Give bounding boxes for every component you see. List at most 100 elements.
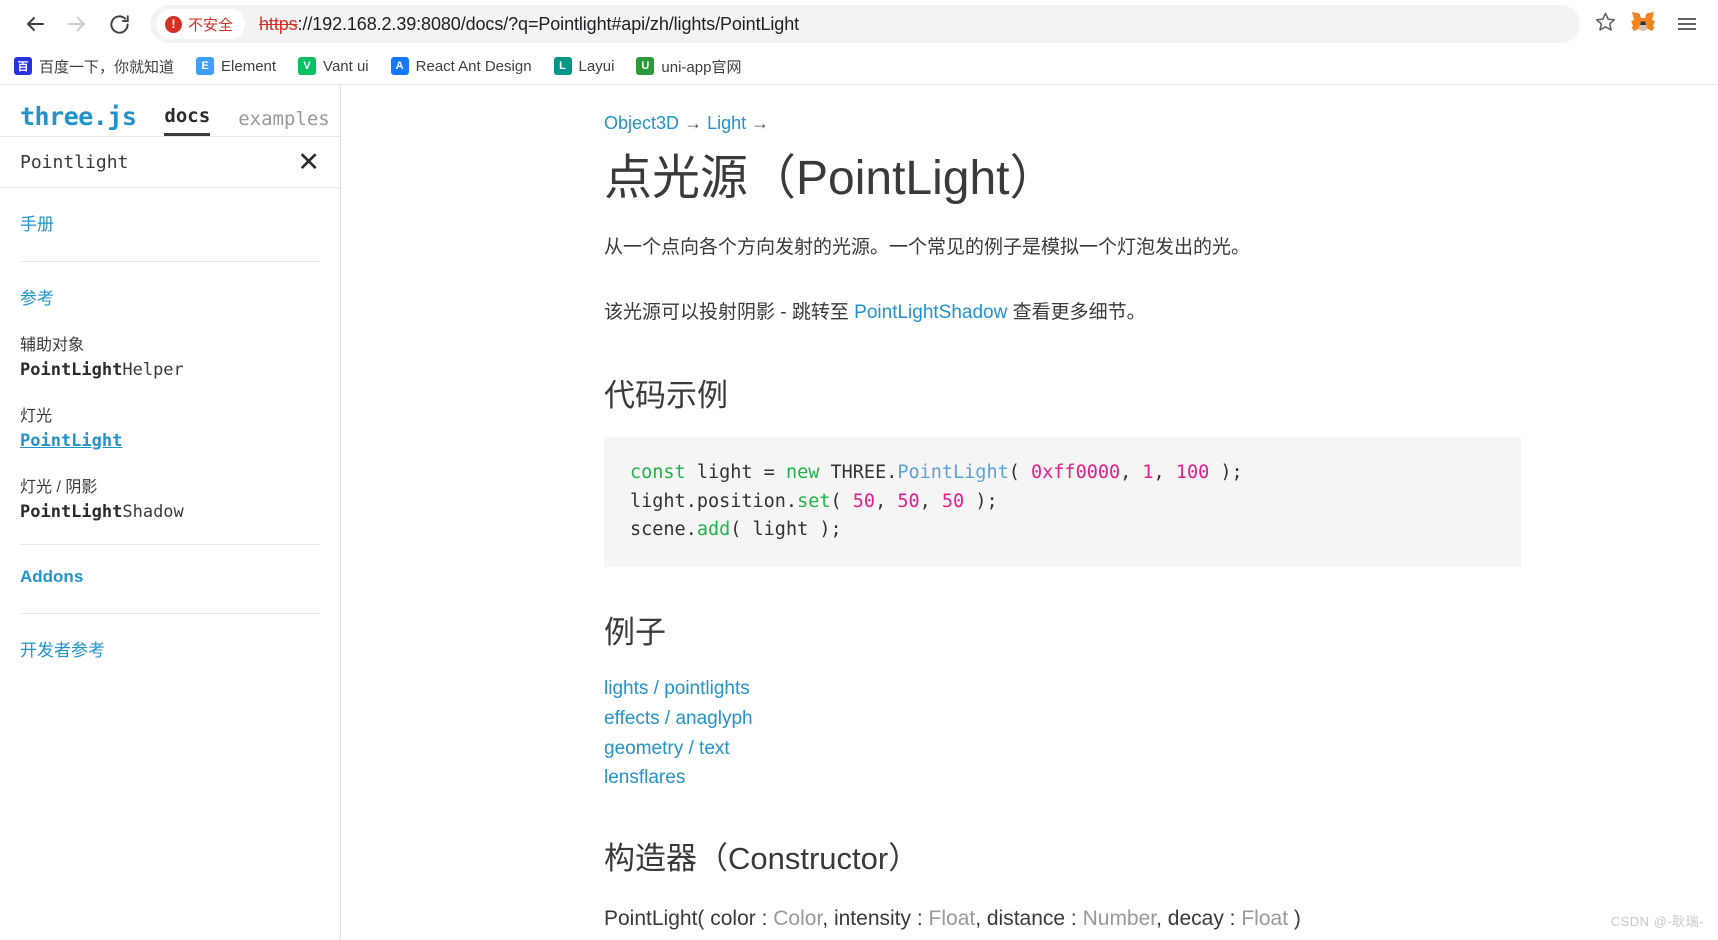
layui-icon: L: [553, 57, 572, 75]
sidebar-item-pointlightshadow[interactable]: PointLightShadow: [20, 502, 320, 522]
tab-examples[interactable]: examples: [238, 110, 330, 136]
search-input[interactable]: Pointlight: [20, 152, 128, 173]
sidebar-header: three.js docs examples: [0, 85, 340, 137]
url-scheme: https: [259, 13, 298, 34]
code-token: =: [763, 461, 775, 483]
bookmark-baidu[interactable]: 百 百度一下，你就知道: [14, 56, 174, 77]
code-token: ,: [1120, 461, 1143, 483]
code-token: scene.: [630, 519, 697, 541]
uniapp-icon: U: [636, 57, 655, 75]
example-link[interactable]: lensflares: [604, 763, 1521, 793]
code-token: const: [630, 461, 686, 483]
sidebar-section-title[interactable]: Addons: [20, 567, 320, 587]
signature-text: , decay :: [1156, 907, 1242, 931]
browser-toolbar: ! 不安全 https://192.168.2.39:8080/docs/?q=…: [0, 0, 1718, 48]
signature-text: , intensity :: [822, 907, 929, 931]
code-token: (: [1008, 461, 1032, 483]
sidebar-item-pointlight[interactable]: PointLight: [20, 431, 320, 451]
signature-text: , distance :: [975, 907, 1083, 931]
sidebar-item-bold: PointLight: [20, 431, 123, 451]
code-token: PointLight: [897, 461, 1009, 483]
sidebar-group-helpers: 辅助对象 PointLightHelper: [20, 331, 320, 380]
bookmark-uniapp[interactable]: U uni-app官网: [636, 56, 741, 77]
breadcrumb-light[interactable]: Light: [707, 113, 746, 133]
bookmark-label: uni-app官网: [661, 58, 742, 76]
sidebar-section-addons: Addons: [20, 545, 320, 614]
address-bar[interactable]: ! 不安全 https://192.168.2.39:8080/docs/?q=…: [150, 5, 1580, 43]
sidebar-section-title[interactable]: 手册: [20, 210, 320, 235]
sidebar-item-rest: Shadow: [122, 502, 184, 522]
browser-menu-button[interactable]: [1670, 7, 1704, 41]
forward-button[interactable]: [56, 3, 98, 45]
docs-sidebar: three.js docs examples Pointlight ✕ 手册 参…: [0, 85, 341, 940]
sidebar-item-bold: PointLight: [20, 502, 123, 522]
code-token: );: [964, 490, 998, 512]
code-token: 50: [941, 490, 965, 512]
breadcrumb-arrow: →: [751, 113, 770, 133]
example-link[interactable]: effects / anaglyph: [604, 704, 1521, 734]
code-token: );: [1209, 461, 1243, 483]
sidebar-filter-row: Pointlight ✕: [0, 137, 340, 188]
examples-heading: 例子: [604, 614, 666, 650]
example-link[interactable]: lights / pointlights: [604, 674, 1521, 704]
code-block: const light = new THREE.PointLight( 0xff…: [604, 436, 1521, 567]
code-token: 50: [897, 490, 920, 512]
code-example-heading: 代码示例: [604, 377, 728, 413]
sidebar-item-rest: Helper: [122, 360, 184, 380]
bookmark-label: React Ant Design: [415, 57, 532, 75]
code-token: ,: [1153, 461, 1176, 483]
docs-content: Object3D → Light → 点光源（PointLight） 从一个点向…: [341, 85, 1718, 940]
description-paragraph-2: 该光源可以投射阴影 - 跳转至 PointLightShadow 查看更多细节。: [604, 295, 1521, 330]
security-label: 不安全: [188, 16, 234, 34]
three-js-logo[interactable]: three.js: [20, 104, 137, 136]
metamask-fox-icon: [1630, 10, 1656, 39]
element-ui-icon: E: [196, 57, 215, 75]
csdn-watermark: CSDN @-耿瑞-: [1610, 914, 1704, 929]
sidebar-section-title[interactable]: 开发者参考: [20, 636, 320, 661]
bookmark-label: Vant ui: [323, 57, 369, 75]
reload-icon: [108, 13, 131, 36]
breadcrumb-object3d[interactable]: Object3D: [604, 113, 679, 133]
sidebar-section-manual: 手册: [20, 188, 320, 262]
url-rest: ://192.168.2.39:8080/docs/?q=Pointlight#…: [297, 13, 800, 34]
breadcrumb-arrow: →: [684, 113, 703, 133]
bookmark-element[interactable]: E Element: [196, 57, 276, 75]
bookmark-layui[interactable]: L Layui: [553, 57, 614, 75]
star-outline-icon: [1595, 11, 1616, 37]
browser-chrome: ! 不安全 https://192.168.2.39:8080/docs/?q=…: [0, 0, 1718, 85]
code-token: 0xff0000: [1031, 461, 1121, 483]
extension-button[interactable]: [1628, 10, 1658, 38]
vant-ui-icon: V: [298, 57, 317, 75]
example-link[interactable]: geometry / text: [604, 734, 1521, 764]
signature-type[interactable]: Float: [1241, 907, 1288, 930]
back-button[interactable]: [14, 3, 56, 45]
signature-type[interactable]: Float: [929, 907, 976, 930]
close-icon[interactable]: ✕: [297, 148, 320, 176]
sidebar-group-light-shadow: 灯光 / 阴影 PointLightShadow: [20, 473, 320, 522]
code-token: THREE.: [819, 461, 898, 483]
bookmark-star-button[interactable]: [1588, 7, 1622, 41]
bookmark-ant-design[interactable]: A React Ant Design: [390, 57, 532, 75]
security-badge[interactable]: ! 不安全: [156, 9, 246, 39]
browser-menu-icon-bar2: [1678, 23, 1696, 25]
browser-menu-icon: [1678, 18, 1696, 20]
code-token: light: [685, 461, 764, 483]
pointlightshadow-link[interactable]: PointLightShadow: [854, 302, 1007, 323]
code-token: new: [785, 461, 820, 483]
baidu-icon: 百: [14, 57, 32, 75]
code-token: ( light );: [730, 519, 842, 541]
sidebar-section-devref: 开发者参考: [20, 614, 320, 687]
page-body: three.js docs examples Pointlight ✕ 手册 参…: [0, 85, 1718, 940]
sidebar-section-title[interactable]: 参考: [20, 284, 320, 309]
reload-button[interactable]: [98, 3, 140, 45]
tab-docs[interactable]: docs: [164, 107, 211, 136]
sidebar-item-pointlighthelper[interactable]: PointLightHelper: [20, 360, 320, 380]
bookmark-vant[interactable]: V Vant ui: [298, 57, 369, 75]
constructor-signature: PointLight( color : Color, intensity : F…: [604, 902, 1521, 936]
signature-type[interactable]: Color: [773, 907, 822, 930]
sidebar-nav: 手册 参考 辅助对象 PointLightHelper 灯光 PointLigh…: [0, 188, 340, 687]
signature-type[interactable]: Number: [1083, 907, 1157, 930]
sidebar-group-label: 灯光 / 阴影: [20, 479, 98, 496]
signature-text: PointLight( color :: [604, 907, 774, 931]
